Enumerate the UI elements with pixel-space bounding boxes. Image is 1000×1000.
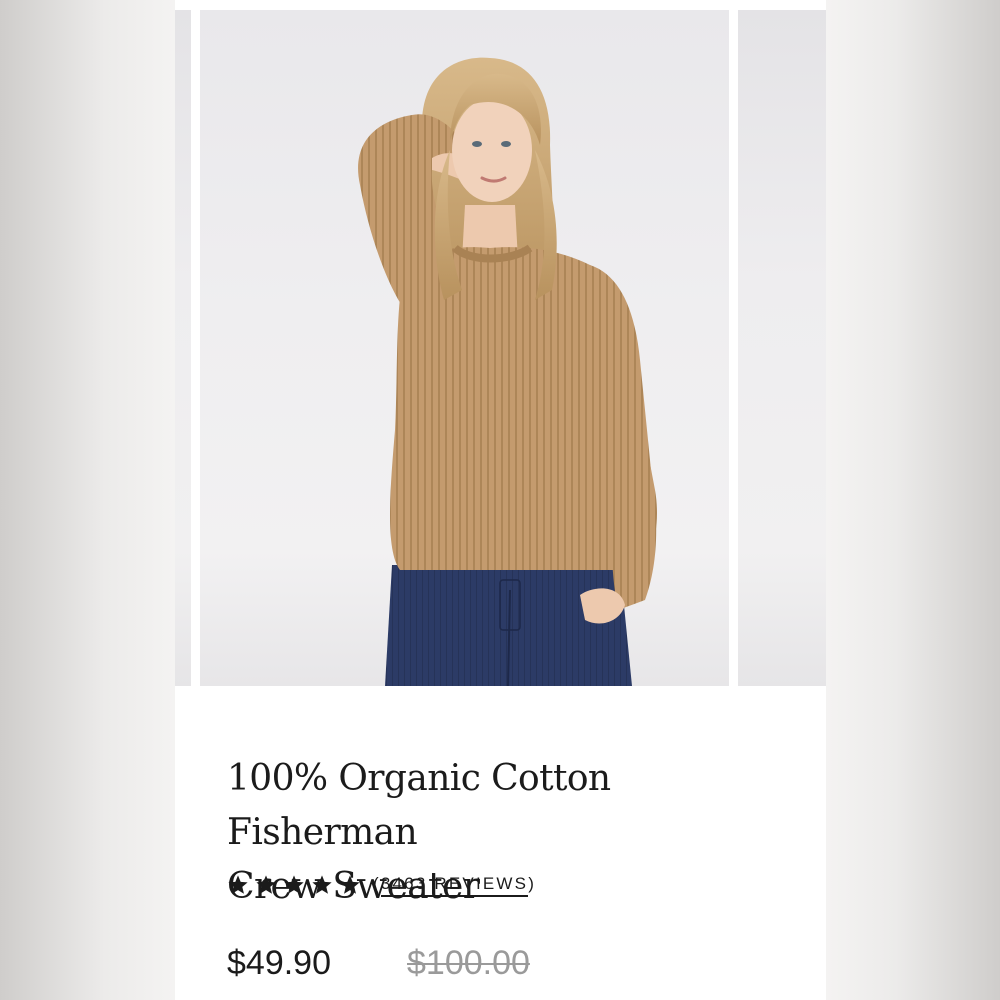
product-photo[interactable] (200, 10, 729, 686)
reviews-link[interactable]: ( 3463 REVIEWS ) (373, 874, 536, 897)
star-icon (340, 875, 360, 894)
sale-price: $49.90 (227, 944, 331, 982)
product-image-carousel[interactable] (175, 10, 826, 686)
model-wearing-sweater-illustration (358, 57, 658, 686)
star-rating (227, 874, 361, 896)
star-icon (256, 875, 276, 894)
star-icon (284, 875, 304, 894)
previous-image-peek[interactable] (175, 10, 191, 686)
product-title-line-1: 100% Organic Cotton Fisherman (227, 758, 611, 853)
reviews-open-paren: ( (373, 873, 381, 893)
price-row: $49.90 $100.00 (227, 944, 530, 983)
background-blur-right (826, 0, 1000, 1000)
star-icon (228, 875, 248, 894)
reviews-count-label: 3463 REVIEWS (380, 874, 529, 897)
next-image-peek[interactable] (738, 10, 826, 686)
original-price: $100.00 (407, 944, 530, 982)
background-blur-left (0, 0, 175, 1000)
product-page: 100% Organic Cotton Fisherman Crew Sweat… (175, 0, 826, 1000)
reviews-close-paren: ) (528, 873, 537, 893)
product-rating: ( 3463 REVIEWS ) (227, 870, 536, 900)
star-icon (312, 875, 332, 894)
